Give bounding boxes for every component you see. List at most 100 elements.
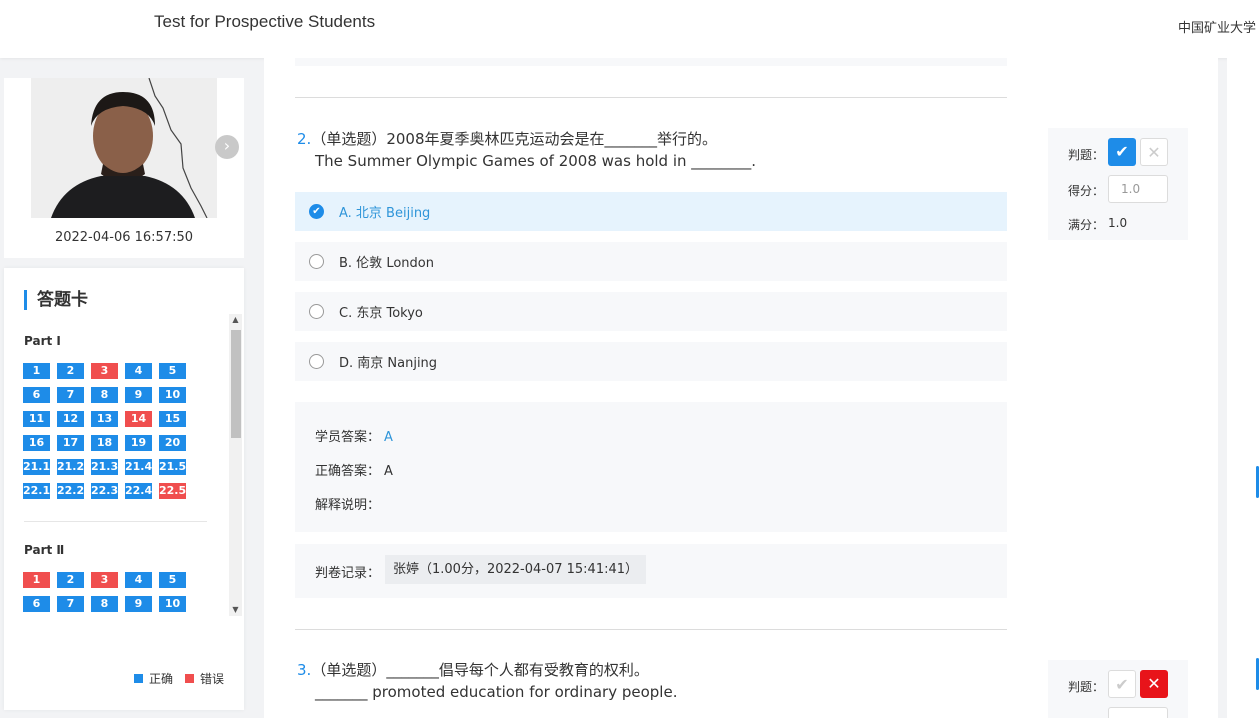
question-3-score-panel: 判题： ✔ ✕ [1048,660,1188,718]
school-name: 中国矿业大学 [1177,21,1256,36]
legend-wrong-label: 错误 [199,672,224,686]
question-nav-button[interactable]: 1 [23,363,50,379]
wrong-swatch [184,674,194,683]
explanation-row: 解释说明： [315,494,380,513]
answer-card-title: 答题卡 [24,290,88,310]
webcam-snapshot [31,78,217,218]
correct-answer-value: A [384,464,393,479]
mark-correct-check-icon[interactable]: ✔ [1108,670,1136,698]
radio-checked-icon[interactable]: ✔ [309,204,324,219]
mark-correct-check-icon[interactable]: ✔ [1108,138,1136,166]
question-nav-button[interactable]: 12 [57,411,84,427]
question-nav-button[interactable]: 20 [159,435,186,451]
question-nav-button[interactable]: 14 [125,411,152,427]
record-label: 判卷记录： [315,566,381,581]
legend-wrong: 错误 [184,670,224,687]
question-nav-button[interactable]: 3 [91,572,118,588]
judge-label: 判题： [1068,148,1105,162]
question-nav-button[interactable]: 7 [57,596,84,612]
scroll-down-icon[interactable]: ▼ [229,604,242,616]
radio-icon[interactable] [309,254,324,269]
snapshot-timestamp: 2022-04-06 16:57:50 [54,230,194,245]
question-nav-button[interactable]: 22.1 [23,483,50,499]
question-2-score-panel: 判题： ✔ ✕ 得分： 1.0 满分： 1.0 [1048,128,1188,240]
question-nav-button[interactable]: 17 [57,435,84,451]
question-nav-button[interactable]: 9 [125,596,152,612]
explanation-label: 解释说明： [315,498,381,513]
question-nav-button[interactable]: 6 [23,387,50,403]
chevron-right-icon[interactable]: › [215,135,239,159]
question-nav-button[interactable]: 15 [159,411,186,427]
question-nav-button[interactable]: 21.5 [159,459,186,475]
question-nav-button[interactable]: 5 [159,572,186,588]
question-nav-button[interactable]: 8 [91,596,118,612]
radio-icon[interactable] [309,354,324,369]
question-nav-button[interactable]: 11 [23,411,50,427]
question-nav-button[interactable]: 5 [159,363,186,379]
question-divider [295,629,1007,630]
student-answer-row: 学员答案： A [315,426,393,445]
question-nav-button[interactable]: 21.2 [57,459,84,475]
status-legend: 正确 错误 [122,670,224,687]
question-nav-button[interactable]: 18 [91,435,118,451]
previous-question-footer [295,58,1007,66]
question-nav-button[interactable]: 19 [125,435,152,451]
correct-swatch [133,674,143,683]
question-nav-button[interactable]: 6 [23,596,50,612]
question-number: 3. [297,661,312,679]
exam-title: Test for Prospective Students [154,12,376,31]
option-label: B. 伦敦 London [339,256,434,271]
mark-wrong-x-icon[interactable]: ✕ [1140,138,1168,166]
question-nav-button[interactable]: 1 [23,572,50,588]
question-nav-button[interactable]: 4 [125,363,152,379]
option-b[interactable]: B. 伦敦 London [295,242,1007,281]
question-2-header: 2.（单选题）2008年夏季奥林匹克运动会是在_______举行的。 The S… [297,128,756,172]
question-nav-button[interactable]: 21.1 [23,459,50,475]
question-nav-button[interactable]: 22.4 [125,483,152,499]
option-label: C. 东京 Tokyo [339,306,423,321]
full-score-value: 1.0 [1108,216,1128,230]
full-score-label: 满分： [1068,218,1105,232]
part-2-question-grid: 1 2 3 4 5 6 7 8 9 10 [23,572,193,620]
student-answer-label: 学员答案： [315,430,381,445]
question-text-cn: _______倡导每个人都有受教育的权利。 [386,661,649,679]
radio-icon[interactable] [309,304,324,319]
question-type: （单选题） [311,130,387,148]
question-nav-button[interactable]: 22.2 [57,483,84,499]
question-review-area: 2.（单选题）2008年夏季奥林匹克运动会是在_______举行的。 The S… [264,58,1218,718]
question-nav-button[interactable]: 7 [57,387,84,403]
question-nav-button[interactable]: 8 [91,387,118,403]
scroll-up-icon[interactable]: ▲ [229,314,242,326]
question-nav-button[interactable]: 9 [125,387,152,403]
correct-answer-row: 正确答案： A [315,460,393,479]
question-nav-button[interactable]: 22.5 [159,483,186,499]
score-input[interactable] [1108,707,1168,718]
option-d[interactable]: D. 南京 Nanjing [295,342,1007,381]
answer-card-scrollbar[interactable]: ▲ ▼ [229,314,242,616]
question-nav-button[interactable]: 10 [159,596,186,612]
score-input[interactable]: 1.0 [1108,175,1168,203]
mark-wrong-x-icon[interactable]: ✕ [1140,670,1168,698]
option-a[interactable]: ✔ A. 北京 Beijing [295,192,1007,231]
app-header: Test for Prospective Students 中国矿业大学 [0,0,1259,58]
question-nav-button[interactable]: 13 [91,411,118,427]
grading-record: 判卷记录： 张婷（1.00分，2022-04-07 15:41:41） [295,544,1007,598]
part-2-label: Part Ⅱ [24,543,65,557]
question-nav-button[interactable]: 21.3 [91,459,118,475]
question-nav-button[interactable]: 21.4 [125,459,152,475]
question-nav-button[interactable]: 2 [57,363,84,379]
question-nav-button[interactable]: 2 [57,572,84,588]
option-c[interactable]: C. 东京 Tokyo [295,292,1007,331]
student-answer-value: A [384,430,393,445]
question-nav-button[interactable]: 22.3 [91,483,118,499]
scroll-thumb[interactable] [231,330,241,438]
question-nav-button[interactable]: 3 [91,363,118,379]
question-nav-button[interactable]: 10 [159,387,186,403]
question-3-header: 3.（单选题）_______倡导每个人都有受教育的权利。 _______ pro… [297,659,677,703]
question-nav-button[interactable]: 4 [125,572,152,588]
camera-panel: › 2022-04-06 16:57:50 [4,78,244,258]
part-1-question-grid: 1 2 3 4 5 6 7 8 9 10 11 12 13 14 15 16 17 18 19 20 21.1 21.2 2… [23,363,193,507]
question-nav-button[interactable]: 16 [23,435,50,451]
question-text-en: The Summer Olympic Games of 2008 was hol… [315,152,757,170]
legend-correct: 正确 [133,670,173,687]
